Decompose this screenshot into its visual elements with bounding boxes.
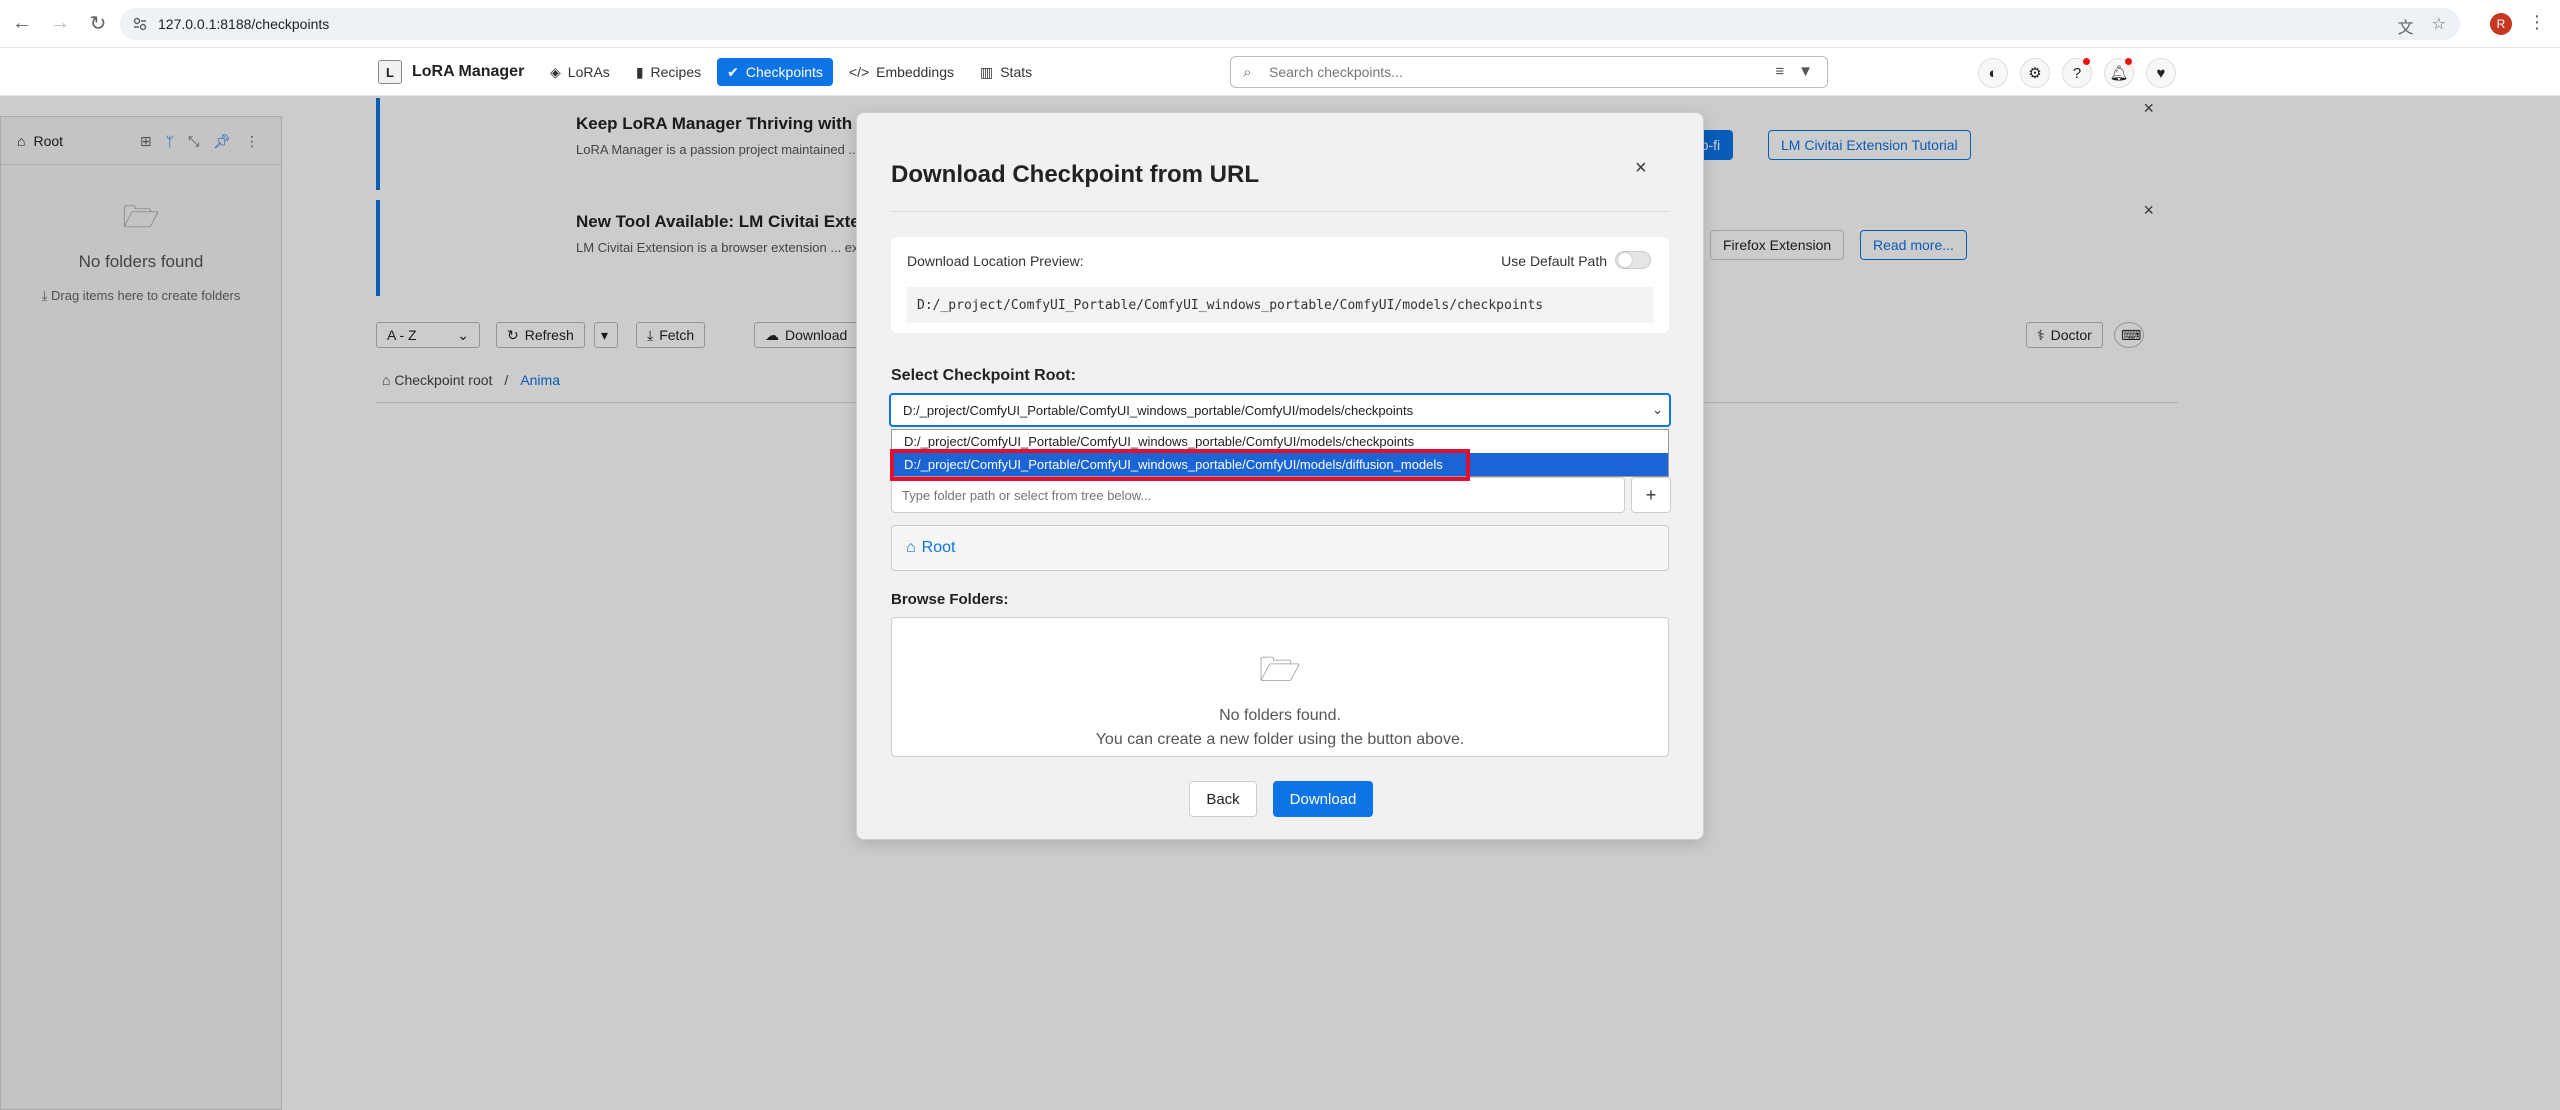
- check-circle-icon: ✔: [727, 63, 739, 80]
- tab-embeddings[interactable]: </> Embeddings: [839, 58, 964, 86]
- search-options-icon[interactable]: ≡: [1775, 63, 1784, 80]
- tab-label: Checkpoints: [745, 64, 823, 80]
- back-button[interactable]: Back: [1189, 781, 1257, 817]
- logo-mark: L: [378, 60, 402, 84]
- search-input[interactable]: [1269, 64, 1749, 80]
- forward-arrow-icon[interactable]: →: [44, 8, 76, 40]
- preview-label: Download Location Preview:: [907, 253, 1084, 269]
- default-path-toggle[interactable]: [1615, 251, 1651, 269]
- download-submit-button[interactable]: Download: [1273, 781, 1373, 817]
- theme-toggle-icon[interactable]: ◐: [1978, 58, 2008, 88]
- folder-browser: 🗁 No folders found. You can create a new…: [891, 617, 1669, 757]
- settings-gear-icon[interactable]: ⚙: [2020, 58, 2050, 88]
- folder-breadcrumb[interactable]: ⌂ Root: [891, 525, 1669, 571]
- checkpoint-root-select[interactable]: D:/_project/ComfyUI_Portable/ComfyUI_win…: [889, 393, 1671, 427]
- location-preview: Download Location Preview: Use Default P…: [891, 237, 1669, 333]
- profile-avatar[interactable]: R: [2490, 13, 2512, 35]
- chart-icon: ▥: [979, 63, 994, 80]
- address-bar[interactable]: 127.0.0.1:8188/checkpoints 文 ☆: [120, 8, 2460, 40]
- notification-dot: [2083, 58, 2090, 65]
- search-box: ⌕ ≡ ▼: [1230, 56, 1828, 88]
- reload-icon[interactable]: ↻: [82, 8, 114, 40]
- app-header: L LoRA Manager ◈ LoRAs ▮ Recipes ✔ Checkpoi…: [0, 48, 2560, 96]
- tab-stats[interactable]: ▥ Stats: [970, 58, 1042, 86]
- browse-empty-title: No folders found.: [1219, 707, 1341, 724]
- folder-path-input[interactable]: [902, 487, 1602, 503]
- close-icon[interactable]: ×: [1635, 157, 1647, 180]
- modal-title: Download Checkpoint from URL: [891, 161, 1259, 188]
- folder-path-field: [891, 477, 1625, 513]
- selected-root-value: D:/_project/ComfyUI_Portable/ComfyUI_win…: [903, 402, 1414, 418]
- bookmark-star-icon[interactable]: ☆: [2432, 14, 2446, 38]
- bell-icon[interactable]: 🔔︎: [2104, 58, 2134, 88]
- heart-icon[interactable]: ♥: [2146, 58, 2176, 88]
- url-text: 127.0.0.1:8188/checkpoints: [158, 16, 330, 32]
- add-folder-button[interactable]: +: [1631, 477, 1671, 513]
- filter-icon[interactable]: ▼: [1798, 63, 1813, 80]
- layers-icon: ◈: [550, 63, 561, 80]
- site-info-icon[interactable]: [132, 16, 148, 32]
- browser-toolbar: ← → ↻ 127.0.0.1:8188/checkpoints 文 ☆ R ⋮: [0, 0, 2560, 48]
- divider: [891, 211, 1669, 212]
- main-nav: ◈ LoRAs ▮ Recipes ✔ Checkpoints </> Embeddin…: [540, 58, 1042, 86]
- browse-empty-hint: You can create a new folder using the bu…: [1095, 731, 1465, 748]
- root-crumb-label: Root: [921, 539, 956, 556]
- browser-menu-icon[interactable]: ⋮: [2528, 12, 2546, 33]
- open-folder-icon: 🗁: [1258, 651, 1302, 689]
- help-icon[interactable]: ?: [2062, 58, 2092, 88]
- preview-path: D:/_project/ComfyUI_Portable/ComfyUI_win…: [907, 287, 1653, 323]
- back-arrow-icon[interactable]: ←: [6, 8, 38, 40]
- home-icon: ⌂: [906, 539, 916, 556]
- app-logo[interactable]: L LoRA Manager: [378, 60, 524, 84]
- highlight-box: [890, 449, 1470, 481]
- tab-loras[interactable]: ◈ LoRAs: [540, 58, 620, 86]
- tab-recipes[interactable]: ▮ Recipes: [626, 58, 711, 86]
- tab-label: Stats: [1000, 64, 1033, 80]
- default-path-label: Use Default Path: [1501, 253, 1607, 269]
- tab-label: Embeddings: [876, 64, 954, 80]
- app-name: LoRA Manager: [412, 63, 525, 80]
- translate-icon[interactable]: 文: [2398, 14, 2414, 38]
- select-root-label: Select Checkpoint Root:: [891, 367, 1076, 384]
- search-icon: ⌕: [1243, 64, 1252, 81]
- tab-label: Recipes: [650, 64, 702, 80]
- tab-checkpoints[interactable]: ✔ Checkpoints: [717, 58, 833, 86]
- book-icon: ▮: [635, 63, 644, 80]
- tab-label: LoRAs: [567, 64, 610, 80]
- notification-dot: [2125, 58, 2132, 65]
- chevron-down-icon: ⌄: [1652, 402, 1663, 417]
- code-icon: </>: [848, 64, 870, 80]
- browse-label: Browse Folders:: [891, 591, 1009, 608]
